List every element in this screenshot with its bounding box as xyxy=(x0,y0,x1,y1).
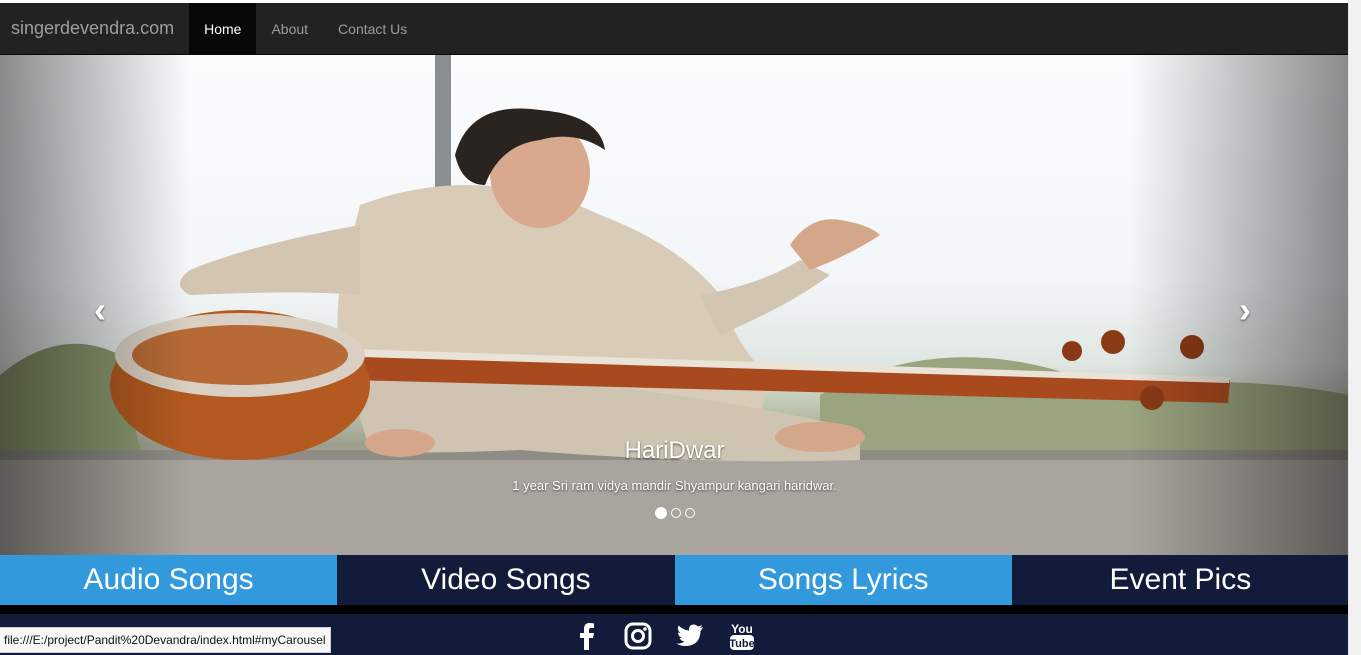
video-songs-link[interactable]: Video Songs xyxy=(337,555,675,605)
chevron-left-icon: ‹ xyxy=(94,289,106,330)
carousel-indicator[interactable] xyxy=(670,508,681,518)
brand-link[interactable]: singerdevendra.com xyxy=(0,3,189,54)
musician-arm-left xyxy=(180,225,360,295)
chevron-right-icon: › xyxy=(1239,289,1251,330)
divider-strip xyxy=(0,605,1349,614)
hero-carousel: ‹ › HariDwar 1 year Sri ram vidya mandir… xyxy=(0,55,1349,555)
twitter-icon[interactable] xyxy=(674,620,706,652)
tanpura-peg xyxy=(1062,341,1082,361)
nav-item-contact[interactable]: Contact Us xyxy=(323,3,422,54)
songs-lyrics-link[interactable]: Songs Lyrics xyxy=(674,555,1012,605)
nav-item-home[interactable]: Home xyxy=(189,3,257,54)
event-pics-link[interactable]: Event Pics xyxy=(1011,555,1349,605)
audio-songs-link[interactable]: Audio Songs xyxy=(0,555,338,605)
svg-text:You: You xyxy=(731,622,753,636)
category-bar: Audio Songs Video Songs Songs Lyrics Eve… xyxy=(0,555,1349,605)
carousel-prev-button[interactable]: ‹ xyxy=(80,289,120,330)
carousel-caption-text: 1 year Sri ram vidya mandir Shyampur kan… xyxy=(512,478,837,493)
carousel-caption-title: HariDwar xyxy=(624,437,725,464)
page-scrollbar[interactable] xyxy=(1348,0,1361,655)
nav-item-about[interactable]: About xyxy=(256,3,323,54)
pole xyxy=(435,55,451,200)
top-navbar: singerdevendra.com Home About Contact Us xyxy=(0,3,1349,55)
youtube-icon[interactable]: You Tube xyxy=(726,620,758,652)
carousel-indicators xyxy=(0,507,1349,519)
carousel-next-button[interactable]: › xyxy=(1225,289,1265,330)
facebook-icon[interactable] xyxy=(570,620,602,652)
carousel-indicator[interactable] xyxy=(654,507,667,519)
musician-arm-right xyxy=(700,260,830,335)
carousel-indicator[interactable] xyxy=(684,508,695,518)
page: singerdevendra.com Home About Contact Us xyxy=(0,0,1361,655)
social-links: You Tube xyxy=(570,620,758,652)
instagram-icon[interactable] xyxy=(622,620,654,652)
status-bar-url: file:///E:/project/Pandit%20Devandra/ind… xyxy=(0,627,331,653)
svg-text:Tube: Tube xyxy=(729,638,754,650)
tanpura-peg xyxy=(1101,330,1125,354)
